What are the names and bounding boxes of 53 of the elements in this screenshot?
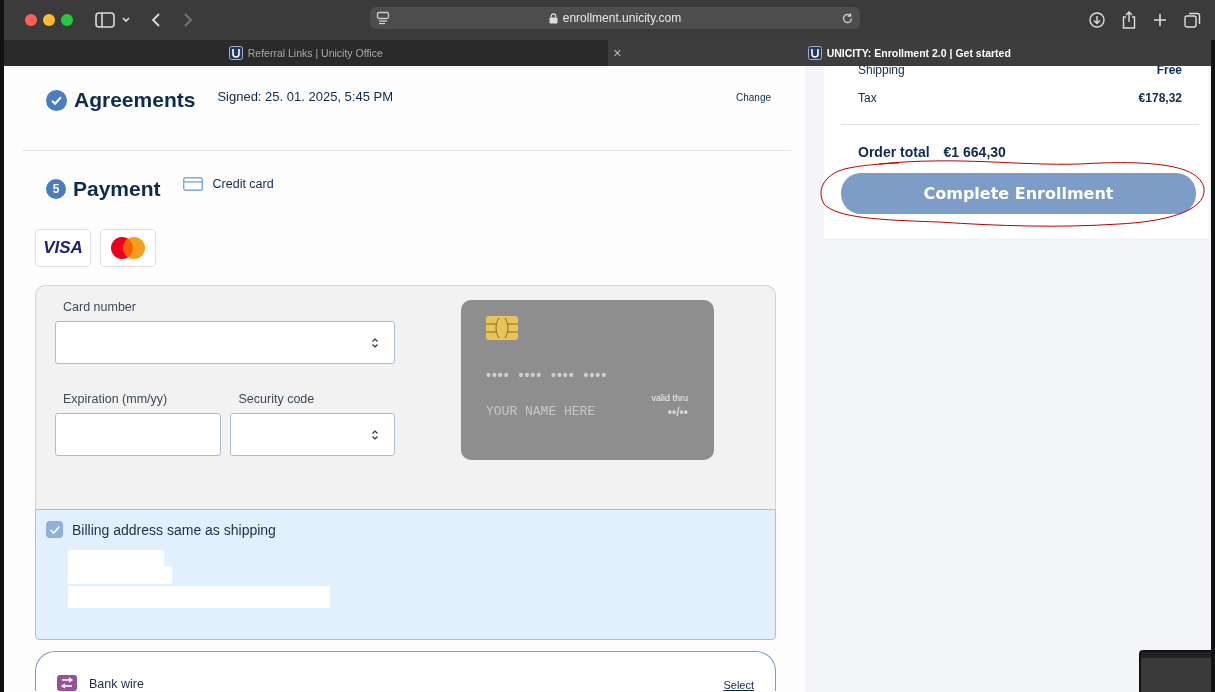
valid-thru-label: valid thru (651, 393, 688, 403)
visa-logo: VISA (35, 229, 91, 267)
lock-icon (548, 12, 558, 24)
text-field[interactable] (55, 413, 221, 456)
summary-label: Tax (858, 91, 877, 105)
forward-icon[interactable] (183, 12, 193, 28)
bank-wire-option[interactable]: Bank wire Select (35, 651, 776, 691)
site-logo-icon (807, 46, 822, 60)
cardholder-name: YOUR NAME HERE (486, 404, 596, 419)
payment-option-label: Bank wire (89, 677, 144, 691)
step-number-badge: 5 (46, 179, 66, 199)
order-total-value: €1 664,30 (943, 144, 1006, 160)
card-number-field[interactable] (55, 321, 395, 364)
change-link[interactable]: Change (735, 92, 771, 103)
checkbox-label: Billing address same as shipping (72, 521, 276, 538)
page-menu-icon[interactable] (376, 11, 390, 25)
share-icon[interactable] (1122, 11, 1136, 29)
reload-icon[interactable] (841, 11, 854, 25)
field-label: Card number (62, 300, 137, 314)
section-title: Payment (73, 177, 161, 201)
summary-value: Free (1156, 66, 1182, 74)
url-text: enrollment.unicity.com (562, 11, 682, 25)
checkbox[interactable] (46, 521, 63, 538)
sidebar-icon[interactable] (95, 12, 115, 28)
spinner-arrows-icon[interactable] (371, 428, 379, 441)
address-bar[interactable]: enrollment.unicity.com (370, 7, 860, 29)
select-link[interactable]: Select (723, 679, 754, 691)
minimize-window-button[interactable] (43, 14, 55, 26)
order-total-label: Order total (858, 144, 930, 160)
credit-card-icon (182, 177, 203, 191)
tab-overview-icon[interactable] (1184, 11, 1201, 29)
new-tab-icon[interactable] (1153, 13, 1167, 27)
back-icon[interactable] (151, 12, 161, 28)
masked-card-number: •••• •••• •••• •••• (486, 367, 608, 383)
mastercard-logo (100, 229, 156, 267)
site-logo-icon (228, 46, 243, 60)
signed-date: Signed: 25. 01. 2025, 5:45 PM (217, 89, 394, 104)
chevron-down-icon[interactable] (121, 16, 131, 24)
zoom-window-button[interactable] (61, 14, 73, 26)
text-field[interactable] (229, 413, 395, 456)
chip-icon (486, 316, 518, 340)
masked-expiry-date: ••/•• (667, 405, 688, 419)
close-tab-button[interactable]: × (613, 45, 622, 61)
section-title: Agreements (74, 88, 196, 112)
payment-method-label: Credit card (212, 177, 274, 191)
checkmark-icon (48, 524, 61, 535)
spinner-arrows-icon[interactable] (371, 336, 379, 349)
screenshot-thumbnail[interactable] (1139, 650, 1211, 692)
summary-value: €178,32 (1138, 91, 1182, 105)
field-label: Expiration (mm/yy) (62, 392, 169, 406)
field-label: Security code (237, 392, 316, 406)
download-icon[interactable] (1089, 12, 1105, 28)
close-window-button[interactable] (25, 14, 37, 26)
